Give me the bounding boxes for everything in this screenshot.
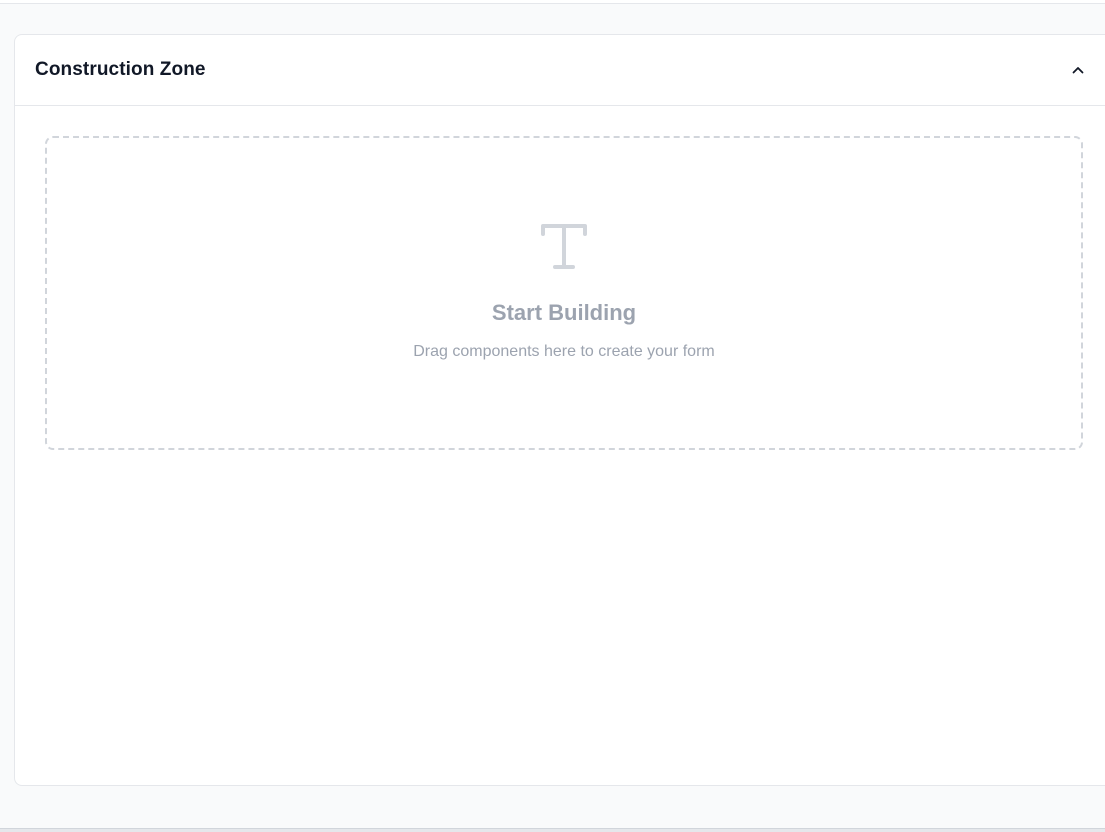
top-divider	[0, 0, 1105, 4]
chevron-up-icon[interactable]	[1067, 59, 1089, 81]
form-dropzone[interactable]: Start Building Drag components here to c…	[45, 136, 1083, 450]
panel-header[interactable]: Construction Zone	[15, 35, 1105, 106]
construction-zone-panel: Construction Zone Start Building Drag co…	[14, 34, 1105, 786]
panel-body: Start Building Drag components here to c…	[15, 106, 1105, 450]
text-type-icon	[539, 220, 589, 272]
empty-state-subtitle: Drag components here to create your form	[413, 343, 715, 360]
empty-state-title: Start Building	[491, 300, 637, 325]
panel-title: Construction Zone	[35, 59, 206, 80]
bottom-divider	[0, 828, 1105, 832]
